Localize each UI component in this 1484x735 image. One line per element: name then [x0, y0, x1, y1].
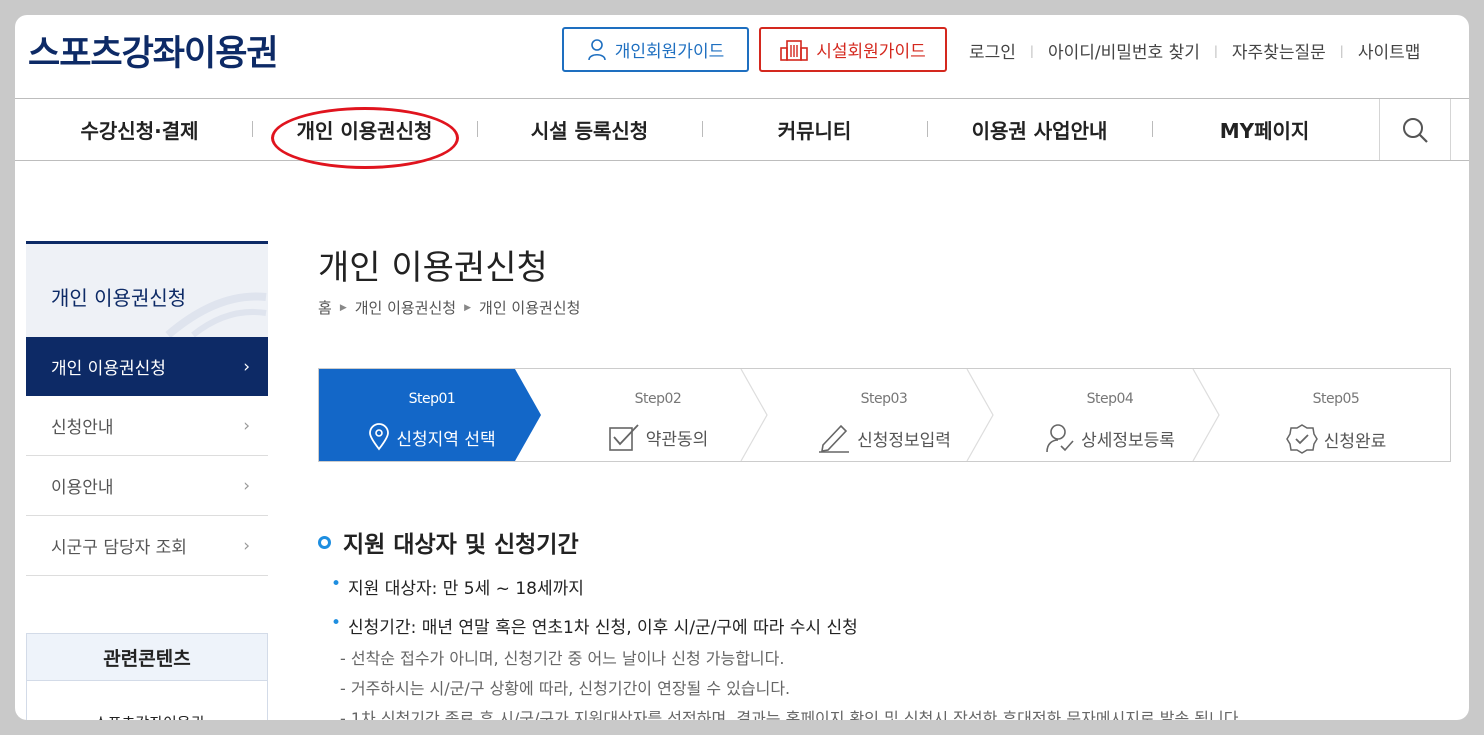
sub-item: - 선착순 접수가 아니며, 신청기간 중 어느 날이나 신청 가능합니다. — [340, 649, 785, 668]
sidebar-item-label: 신청안내 — [51, 418, 114, 438]
related-content-icon — [48, 715, 84, 720]
step-number: Step04 — [1086, 391, 1134, 407]
step-number: Step02 — [634, 391, 682, 407]
bullet-text: 신청기간: 매년 연말 혹은 연초1차 신청, 이후 시/군/구에 따라 수시 … — [348, 618, 858, 638]
bullet-eligibility: • 지원 대상자: 만 5세 ~ 18세까지 — [331, 574, 584, 599]
facility-guide-label: 시설회원가이드 — [816, 42, 926, 62]
sitemap-link[interactable]: 사이트맵 — [1358, 38, 1421, 63]
util-separator: | — [1339, 43, 1344, 58]
breadcrumb-item[interactable]: 개인 이용권신청 — [479, 297, 580, 318]
sidebar-item-label: 시군구 담당자 조회 — [51, 538, 187, 558]
utility-links: 로그인 | 아이디/비밀번호 찾기 | 자주찾는질문 | 사이트맵 — [969, 38, 1420, 63]
chevron-right-icon: › — [243, 415, 250, 436]
search-button[interactable] — [1379, 99, 1451, 160]
chevron-right-icon: › — [243, 475, 250, 496]
step-2: Step02 약관동의 — [545, 369, 771, 461]
bullet-period: • 신청기간: 매년 연말 혹은 연초1차 신청, 이후 시/군/구에 따라 수… — [331, 613, 858, 638]
bullet-text: 지원 대상자: 만 5세 ~ 18세까지 — [348, 579, 584, 599]
sub-item: - 1차 신청기간 종료 후 시/군/구가 지원대상자를 선정하며, 결과는 홈… — [340, 709, 1244, 720]
util-separator: | — [1213, 43, 1218, 58]
person-icon — [587, 38, 606, 60]
util-separator: | — [1029, 43, 1034, 58]
bullet-dot-icon: • — [331, 613, 342, 633]
sidebar-item-guide[interactable]: 신청안내 › — [26, 396, 268, 456]
sidebar-item-label: 이용안내 — [51, 478, 114, 498]
chevron-right-icon: › — [243, 535, 250, 556]
sidebar-header: 개인 이용권신청 — [26, 241, 268, 337]
section-heading: 지원 대상자 및 신청기간 — [318, 525, 579, 559]
breadcrumb-arrow-icon: ▶ — [464, 302, 472, 313]
gnb-item-community[interactable]: 커뮤니티 — [702, 99, 927, 160]
page: 스포츠강좌이용권 개인회원가이드 시설회원가이드 로그인 | 아이디/비밀번호 … — [15, 15, 1469, 720]
gnb-divider — [15, 160, 1469, 161]
sidebar-item-personal-voucher[interactable]: 개인 이용권신청 › — [26, 337, 268, 396]
badge-check-icon — [1285, 424, 1318, 454]
pencil-icon — [819, 424, 850, 453]
step-number: Step05 — [1312, 391, 1360, 407]
section-title: 지원 대상자 및 신청기간 — [343, 532, 579, 558]
step-label: 상세정보등록 — [1081, 430, 1175, 451]
step-5: Step05 신청완료 — [1223, 369, 1449, 461]
sidebar-item-usage[interactable]: 이용안내 › — [26, 456, 268, 516]
step-number: Step03 — [860, 391, 908, 407]
breadcrumb-item[interactable]: 개인 이용권신청 — [355, 297, 456, 318]
step-label: 신청지역 선택 — [396, 429, 496, 450]
page-title: 개인 이용권신청 — [318, 248, 548, 288]
gnb-item-mypage[interactable]: MY페이지 — [1152, 99, 1377, 160]
step-progress: Step01 신청지역 선택 Step02 약관동의 Step03 신청정보입력… — [318, 368, 1451, 462]
main-nav: 수강신청·결제 개인 이용권신청 시설 등록신청 커뮤니티 이용권 사업안내 M… — [15, 99, 1380, 160]
user-check-icon — [1046, 424, 1074, 453]
person-guide-label: 개인회원가이드 — [614, 42, 725, 62]
breadcrumb-arrow-icon: ▶ — [339, 302, 347, 313]
step-label: 신청정보입력 — [857, 430, 951, 451]
bullet-dot-icon: • — [331, 574, 342, 594]
highlight-circle-annotation — [271, 107, 459, 169]
building-icon — [780, 39, 809, 61]
checkbox-icon — [608, 424, 639, 451]
step-label: 약관동의 — [645, 429, 709, 450]
breadcrumb: 홈 ▶ 개인 이용권신청 ▶ 개인 이용권신청 — [318, 297, 580, 318]
gnb-item-facility-register[interactable]: 시설 등록신청 — [477, 99, 702, 160]
faq-link[interactable]: 자주찾는질문 — [1232, 38, 1326, 63]
sidebar-item-officer-lookup[interactable]: 시군구 담당자 조회 › — [26, 516, 268, 576]
find-id-password-link[interactable]: 아이디/비밀번호 찾기 — [1048, 38, 1200, 63]
sidebar-title: 개인 이용권신청 — [51, 286, 187, 310]
person-guide-button[interactable]: 개인회원가이드 — [562, 27, 749, 72]
step-4: Step04 상세정보등록 — [997, 369, 1223, 461]
breadcrumb-home[interactable]: 홈 — [318, 297, 332, 318]
step-1: Step01 신청지역 선택 — [319, 369, 545, 461]
sidebar-item-label: 개인 이용권신청 — [51, 359, 166, 379]
step-3: Step03 신청정보입력 — [771, 369, 997, 461]
login-link[interactable]: 로그인 — [969, 38, 1016, 63]
related-content-link[interactable]: 스포츠강좌이용권 — [94, 712, 204, 720]
facility-guide-button[interactable]: 시설회원가이드 — [759, 27, 947, 72]
search-icon — [1403, 117, 1428, 143]
sub-item: - 거주하시는 시/군/구 상황에 따라, 신청기간이 연장될 수 있습니다. — [340, 679, 791, 698]
location-pin-icon — [369, 423, 390, 451]
step-label: 신청완료 — [1323, 431, 1387, 452]
circle-bullet-icon — [318, 535, 331, 549]
chevron-right-icon: › — [243, 356, 250, 377]
gnb-item-business-info[interactable]: 이용권 사업안내 — [927, 99, 1152, 160]
step-number: Step01 — [408, 391, 456, 407]
related-content-title: 관련콘텐츠 — [26, 633, 268, 681]
site-logo[interactable]: 스포츠강좌이용권 — [28, 25, 279, 76]
gnb-item-enroll-pay[interactable]: 수강신청·결제 — [27, 99, 252, 160]
